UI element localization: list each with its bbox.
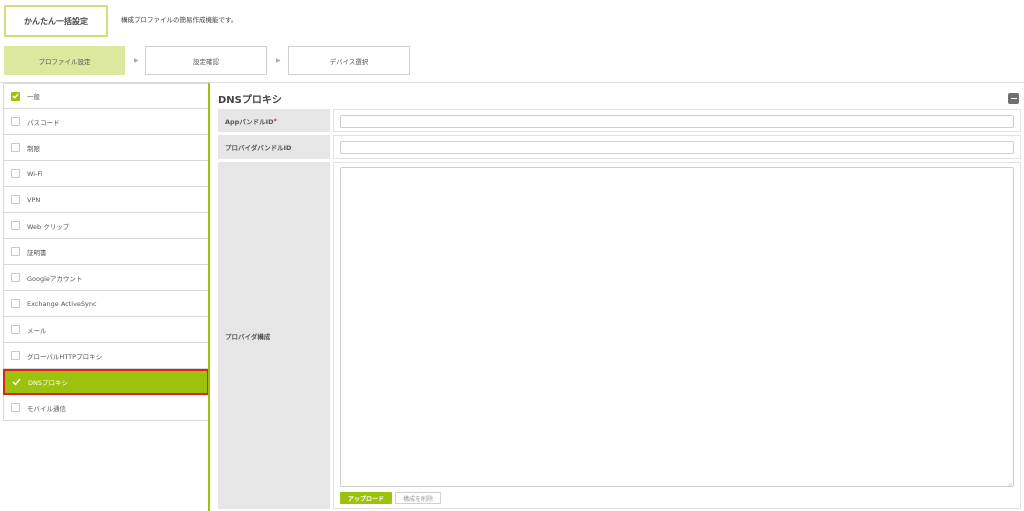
- form-row-provider-config: プロバイダ構成 アップロード 構成を削除: [218, 162, 1021, 509]
- sidebar-item-label: モバイル通信: [27, 404, 66, 413]
- checkbox-icon[interactable]: [11, 117, 20, 126]
- form-row-provider-bundle-id: プロバイダバンドルID: [218, 135, 1021, 159]
- step-label: 設定確認: [193, 57, 219, 66]
- field-label: AppバンドルID *: [218, 109, 330, 132]
- step-label: プロファイル設定: [38, 57, 91, 66]
- sidebar-accent-bar: [208, 83, 210, 511]
- step-confirm-settings[interactable]: 設定確認: [145, 46, 267, 75]
- field-value-cell: [333, 109, 1021, 132]
- provider-config-textarea[interactable]: [340, 167, 1014, 487]
- field-label: プロバイダバンドルID: [218, 135, 330, 159]
- provider-bundle-id-input[interactable]: [340, 141, 1014, 154]
- sidebar-item-certificate[interactable]: 証明書: [3, 239, 209, 265]
- step-arrow-icon: ▶: [134, 57, 139, 64]
- checkbox-icon[interactable]: [11, 143, 20, 152]
- sidebar-item-label: Web クリップ: [27, 222, 70, 231]
- main-panel: DNSプロキシ AppバンドルID * プロバイダバンドルID プロバイダ構成 ア…: [211, 83, 1024, 511]
- checkbox-icon[interactable]: [11, 247, 20, 256]
- checkbox-icon[interactable]: [11, 351, 20, 360]
- field-label-text: AppバンドルID: [225, 117, 274, 126]
- delete-config-button[interactable]: 構成を削除: [395, 492, 441, 504]
- section-title: DNSプロキシ: [218, 95, 282, 106]
- field-label-text: プロバイダバンドルID: [225, 144, 292, 152]
- checkbox-icon[interactable]: [11, 403, 20, 412]
- required-mark: *: [273, 116, 277, 125]
- sidebar-item-label: DNSプロキシ: [28, 379, 68, 387]
- page-title: かんたん一括設定: [24, 16, 88, 26]
- sidebar-item-label: Wi-Fi: [27, 169, 43, 178]
- page-title-box: かんたん一括設定: [4, 5, 108, 37]
- sidebar-item-dns-proxy[interactable]: DNSプロキシ: [3, 369, 209, 395]
- step-label: デバイス選択: [329, 57, 369, 66]
- checkbox-icon[interactable]: [11, 325, 20, 334]
- checkbox-icon[interactable]: [11, 169, 20, 178]
- step-arrow-icon: ▶: [276, 57, 281, 64]
- checkmark-icon: [12, 378, 21, 387]
- sidebar-item-mobile-network[interactable]: モバイル通信: [3, 395, 209, 421]
- sidebar-item-web-clip[interactable]: Web クリップ: [3, 213, 209, 239]
- sidebar-item-passcode[interactable]: パスコード: [3, 109, 209, 135]
- sidebar-item-vpn[interactable]: VPN: [3, 187, 209, 213]
- sidebar-item-global-http-proxy[interactable]: グローバルHTTPプロキシ: [3, 343, 209, 369]
- form-row-app-bundle-id: AppバンドルID *: [218, 109, 1021, 132]
- field-label-text: プロバイダ構成: [225, 332, 271, 341]
- checkbox-icon[interactable]: [11, 273, 20, 282]
- field-value-cell: アップロード 構成を削除: [333, 162, 1021, 509]
- checkbox-icon[interactable]: [11, 299, 20, 308]
- field-value-cell: [333, 135, 1021, 159]
- step-profile-settings[interactable]: プロファイル設定: [4, 46, 125, 75]
- sidebar-item-label: グローバルHTTPプロキシ: [27, 352, 103, 361]
- app-bundle-id-input[interactable]: [340, 115, 1014, 128]
- sidebar-item-exchange-activesync[interactable]: Exchange ActiveSync: [3, 291, 209, 317]
- sidebar-item-mail[interactable]: メール: [3, 317, 209, 343]
- resize-handle-icon[interactable]: [1006, 481, 1012, 487]
- checkbox-icon[interactable]: [11, 221, 20, 230]
- sidebar-item-label: Exchange ActiveSync: [27, 299, 97, 308]
- sidebar-item-wifi[interactable]: Wi-Fi: [3, 161, 209, 187]
- sidebar-item-label: 証明書: [27, 248, 47, 257]
- sidebar-item-label: パスコード: [27, 118, 60, 127]
- collapse-icon[interactable]: [1008, 93, 1019, 104]
- sidebar-item-label: メール: [27, 326, 47, 335]
- checkbox-icon[interactable]: [11, 195, 20, 204]
- upload-button[interactable]: アップロード: [340, 492, 392, 504]
- sidebar-item-label: Googleアカウント: [27, 274, 83, 283]
- checkbox-checked-icon[interactable]: [11, 91, 20, 101]
- sidebar-item-restrictions[interactable]: 制限: [3, 135, 209, 161]
- sidebar-item-label: 一般: [27, 93, 40, 101]
- field-label: プロバイダ構成: [218, 162, 330, 509]
- sidebar-item-label: VPN: [27, 195, 41, 204]
- sidebar: 一般 パスコード 制限 Wi-Fi VPN Web クリップ 証明書 Googl…: [3, 83, 209, 421]
- sidebar-item-label: 制限: [27, 144, 40, 153]
- sidebar-item-general[interactable]: 一般: [3, 83, 209, 109]
- sidebar-item-google-account[interactable]: Googleアカウント: [3, 265, 209, 291]
- page-description: 構成プロファイルの簡易作成機能です。: [121, 16, 238, 24]
- step-device-select[interactable]: デバイス選択: [288, 46, 410, 75]
